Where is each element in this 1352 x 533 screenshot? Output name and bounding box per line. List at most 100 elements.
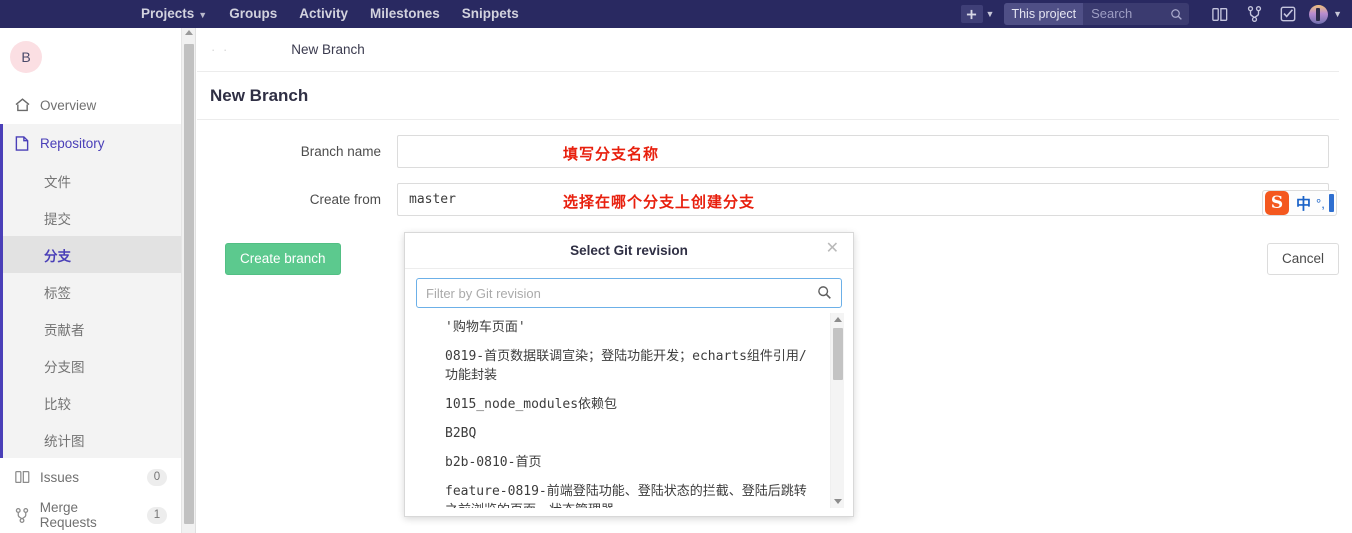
merge-requests-icon[interactable]	[1237, 0, 1271, 28]
sidebar-subitem-graph[interactable]: 分支图	[3, 347, 181, 384]
ime-toolbar[interactable]: S 中 °,	[1262, 190, 1337, 216]
sidebar-item-overview-label: Overview	[40, 97, 97, 113]
git-revision-scroll-thumb[interactable]	[833, 328, 843, 380]
branch-name-row: Branch name 填写分支名称	[197, 135, 1352, 169]
user-menu[interactable]: ▼	[1305, 4, 1342, 24]
git-revision-filter-input[interactable]: Filter by Git revision	[416, 278, 842, 308]
sidebar-item-issues[interactable]: Issues 0	[0, 458, 181, 496]
nav-link-milestones[interactable]: Milestones	[359, 0, 451, 28]
sidebar-subitem-commits-label: 提交	[44, 211, 71, 227]
git-revision-header: Select Git revision ✕	[405, 233, 853, 269]
sidebar-subitem-contributors[interactable]: 贡献者	[3, 310, 181, 347]
nav-link-projects[interactable]: Projects ▼	[130, 0, 218, 28]
sidebar-subitem-files[interactable]: 文件	[3, 162, 181, 199]
search-icon[interactable]	[817, 285, 832, 303]
sidebar-subitem-branches[interactable]: 分支	[3, 236, 181, 273]
project-avatar[interactable]: B	[10, 41, 42, 73]
sidebar-scrollbar[interactable]	[182, 28, 196, 533]
create-from-select[interactable]: master 选择在哪个分支上创建分支	[397, 183, 1329, 216]
navbar-right: ▼ This project Search ▼	[957, 0, 1352, 28]
sidebar-subitem-commits[interactable]: 提交	[3, 199, 181, 236]
plus-icon[interactable]	[960, 5, 983, 23]
scroll-up-arrow[interactable]	[834, 317, 842, 322]
branch-name-annotation: 填写分支名称	[563, 146, 660, 163]
sidebar-item-overview[interactable]: Overview	[0, 86, 181, 124]
sidebar-item-issues-badge: 0	[147, 468, 167, 486]
chevron-down-icon: ▼	[1333, 9, 1342, 19]
sidebar-subitem-charts[interactable]: 统计图	[3, 421, 181, 458]
search-icon[interactable]	[1163, 3, 1189, 25]
nav-link-activity-label: Activity	[299, 6, 348, 21]
sidebar-item-merge-requests-badge: 1	[147, 506, 167, 524]
branch-name-label: Branch name	[300, 144, 381, 159]
sidebar-subitem-compare[interactable]: 比较	[3, 384, 181, 421]
chevron-down-icon: ▼	[198, 10, 208, 20]
issues-icon	[14, 470, 30, 484]
global-search[interactable]: This project Search	[1004, 3, 1190, 25]
page-title-row: New Branch	[197, 72, 1339, 120]
page-title: New Branch	[210, 85, 309, 105]
select-git-revision-panel: Select Git revision ✕ Filter by Git revi…	[404, 232, 854, 517]
nav-link-activity[interactable]: Activity	[288, 0, 359, 28]
list-item[interactable]: '购物车页面'	[416, 313, 844, 342]
search-scope-label[interactable]: This project	[1004, 3, 1084, 25]
scroll-down-arrow[interactable]	[834, 499, 842, 504]
project-header[interactable]: B	[0, 28, 181, 86]
ime-mode-toggle[interactable]: 中	[1291, 193, 1316, 214]
sidebar-item-merge-requests-label: Merge Requests	[39, 500, 97, 530]
sidebar-subitem-graph-label: 分支图	[44, 359, 85, 375]
list-item[interactable]: 0819-首页数据联调宣染；登陆功能开发；echarts组件引用/功能封装	[416, 342, 844, 390]
list-item[interactable]: B2BQ	[416, 419, 844, 448]
sidebar-item-repository-label: Repository	[40, 135, 105, 151]
nav-link-projects-label: Projects	[141, 6, 195, 21]
create-from-label: Create from	[309, 192, 381, 207]
git-revision-list[interactable]: '购物车页面' 0819-首页数据联调宣染；登陆功能开发；echarts组件引用…	[416, 313, 844, 508]
list-item[interactable]: feature-0819-前端登陆功能、登陆状态的拦截、登陆后跳转之前浏览的页面…	[416, 477, 844, 508]
nav-link-snippets[interactable]: Snippets	[451, 0, 530, 28]
nav-link-groups-label: Groups	[229, 6, 278, 21]
top-navbar: Projects ▼ Groups Activity Milestones Sn…	[0, 0, 1352, 28]
cancel-button[interactable]: Cancel	[1266, 243, 1339, 275]
project-sidebar: B Overview Repository 文件 提交 分支 标签 贡献者 分支…	[0, 28, 182, 533]
new-dropdown[interactable]: ▼	[957, 5, 995, 23]
drag-handle-icon[interactable]	[1328, 194, 1334, 212]
breadcrumb-current: New Branch	[291, 42, 365, 57]
nav-link-snippets-label: Snippets	[461, 6, 519, 21]
list-item[interactable]: 1015_node_modules依赖包	[416, 390, 844, 419]
create-from-value: master	[409, 192, 456, 207]
create-branch-button[interactable]: Create branch	[225, 243, 341, 275]
branch-name-input[interactable]: 填写分支名称	[397, 135, 1329, 168]
sidebar-subitem-compare-label: 比较	[44, 396, 71, 412]
home-icon	[14, 98, 30, 112]
sidebar-subitem-contributors-label: 贡献者	[44, 322, 85, 338]
sogou-logo-icon[interactable]: S	[1265, 191, 1289, 215]
sidebar-subitem-branches-label: 分支	[44, 248, 71, 264]
create-from-row: Create from master 选择在哪个分支上创建分支	[197, 183, 1352, 217]
merge-icon	[14, 507, 30, 523]
git-revision-scrollbar[interactable]	[830, 313, 844, 508]
avatar[interactable]	[1309, 4, 1329, 24]
document-icon	[14, 135, 30, 151]
nav-link-groups[interactable]: Groups	[218, 0, 288, 28]
todos-icon[interactable]	[1271, 0, 1305, 28]
sidebar-subitem-tags[interactable]: 标签	[3, 273, 181, 310]
sidebar-item-merge-requests[interactable]: Merge Requests 1	[0, 496, 181, 533]
sidebar-scroll-thumb[interactable]	[184, 44, 194, 524]
scroll-up-arrow[interactable]	[185, 30, 193, 35]
git-revision-filter-wrap: Filter by Git revision	[405, 269, 853, 316]
ime-punctuation-toggle[interactable]: °,	[1316, 196, 1329, 211]
breadcrumb: · · New Branch	[197, 28, 1339, 72]
search-input[interactable]: Search	[1083, 3, 1163, 25]
issues-icon[interactable]	[1203, 0, 1237, 28]
git-revision-filter-placeholder: Filter by Git revision	[426, 285, 541, 301]
git-revision-title: Select Git revision	[570, 243, 688, 258]
sidebar-item-repository[interactable]: Repository	[3, 124, 181, 162]
breadcrumb-faded: · ·	[211, 42, 230, 57]
sidebar-subitem-tags-label: 标签	[44, 285, 71, 301]
sidebar-item-issues-label: Issues	[40, 469, 80, 485]
close-icon[interactable]: ✕	[826, 241, 839, 257]
navbar-links: Projects ▼ Groups Activity Milestones Sn…	[130, 0, 530, 28]
sidebar-group-repository: Repository 文件 提交 分支 标签 贡献者 分支图 比较 统计图	[0, 124, 181, 458]
chevron-down-icon: ▼	[985, 9, 995, 19]
list-item[interactable]: b2b-0810-首页	[416, 448, 844, 477]
